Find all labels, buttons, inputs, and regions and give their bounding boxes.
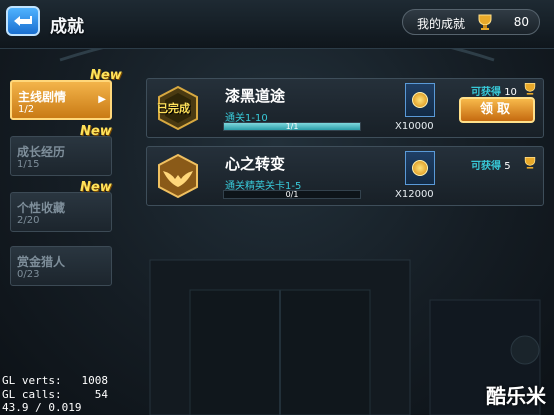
progress-text: 1/1	[285, 122, 299, 131]
sidebar-item-count: 2/20	[17, 215, 40, 226]
available-label: 可获得	[471, 161, 501, 172]
sidebar-item-bounty[interactable]: 赏金猎人 0/23	[10, 246, 112, 286]
sidebar-item-main-story[interactable]: 主线剧情 1/2 ▶	[10, 80, 112, 120]
reward-slot	[405, 83, 435, 117]
progress-text: 0/1	[285, 190, 299, 199]
achievement-card: 心之转变 通关精英关卡1-5 0/1 X12000 可获得 5	[146, 146, 544, 206]
my-achievements-value: 80	[513, 15, 529, 29]
back-arrow-icon	[14, 16, 32, 26]
debug-calls: GL calls: 54	[2, 388, 108, 401]
sidebar-item-label: 主线剧情	[18, 90, 67, 104]
trophy-icon	[524, 157, 536, 169]
debug-verts: GL verts: 1008	[2, 374, 108, 387]
achievement-name: 心之转变	[225, 155, 286, 173]
debug-fps: 43.9 / 0.019	[2, 401, 82, 414]
top-bar: 成就 我的成就 80	[0, 0, 554, 49]
trophy-icon	[524, 83, 536, 95]
sidebar-item-label: 成长经历	[17, 145, 66, 159]
completed-label: 已完成	[157, 102, 190, 115]
my-achievements-panel[interactable]: 我的成就 80	[402, 9, 540, 35]
available-points: 可获得 5	[471, 157, 511, 172]
achievement-name: 漆黑道途	[225, 87, 286, 105]
sidebar-item-collection[interactable]: 个性收藏 2/20	[10, 192, 112, 232]
sidebar-item-label: 赏金猎人	[17, 255, 66, 269]
progress-bar: 1/1	[223, 122, 361, 131]
reward-slot	[405, 151, 435, 185]
available-value: 5	[504, 161, 511, 172]
new-badge: New	[80, 180, 112, 195]
sidebar-item-count: 0/23	[17, 269, 40, 280]
my-achievements-label: 我的成就	[417, 17, 466, 31]
reward-amount: X12000	[395, 189, 434, 200]
page-title: 成就	[50, 17, 84, 37]
sidebar-item-growth[interactable]: 成长经历 1/15	[10, 136, 112, 176]
sidebar-item-count: 1/2	[18, 104, 35, 115]
sidebar-item-label: 个性收藏	[17, 201, 66, 215]
gold-coin-icon	[412, 160, 428, 176]
watermark: 酷乐米	[486, 384, 546, 408]
trophy-icon	[478, 14, 492, 30]
sidebar-item-count: 1/15	[17, 159, 40, 170]
new-badge: New	[90, 68, 122, 83]
reward-amount: X10000	[395, 121, 434, 132]
eagle-badge-icon	[158, 153, 198, 199]
chevron-right-icon: ▶	[98, 94, 106, 105]
gold-coin-icon	[412, 92, 428, 108]
achievement-card: 已完成 漆黑道途 通关1-10 1/1 X10000 可获得 10 领取	[146, 78, 544, 138]
available-points: 可获得 10	[471, 83, 517, 98]
new-badge: New	[80, 124, 112, 139]
back-button[interactable]	[6, 6, 40, 36]
claim-button[interactable]: 领取	[459, 97, 535, 123]
progress-bar: 0/1	[223, 190, 361, 199]
